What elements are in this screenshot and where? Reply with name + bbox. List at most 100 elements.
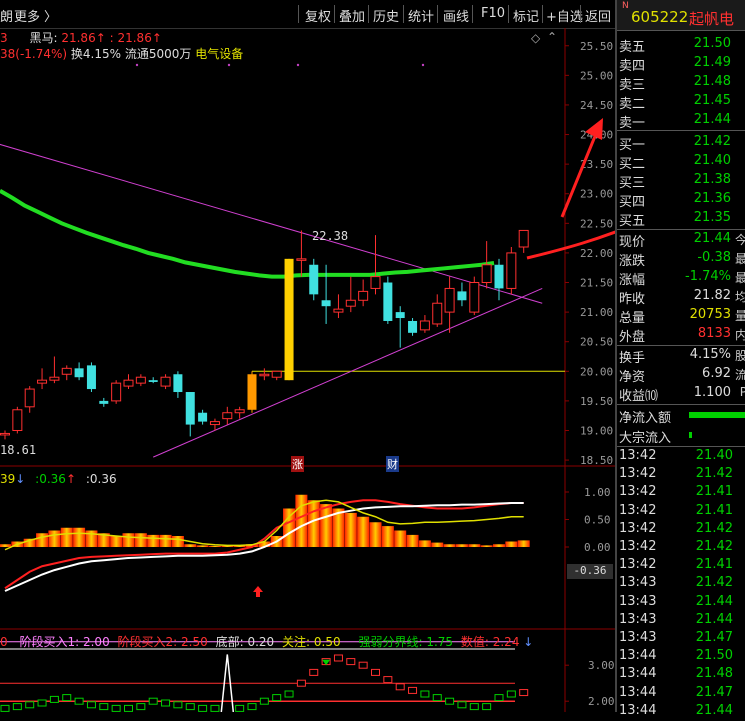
ind-legend-value-label: 数值: — [460, 635, 489, 649]
tick-row[interactable]: 13:43 21.44 — [619, 593, 745, 612]
indicator-marker — [111, 704, 121, 712]
financial-report-marker[interactable]: 财 — [386, 456, 399, 472]
legend-sep: : — [109, 31, 114, 45]
ask-row-label: 卖四 — [619, 59, 646, 74]
bid-row-label: 买三 — [619, 176, 646, 191]
legend-heima-value: 21.86 — [61, 31, 96, 45]
indicator-marker — [37, 699, 47, 707]
tick-row-label: 13:42 — [619, 484, 657, 500]
bid-row-label: 买四 — [619, 195, 646, 210]
tick-row[interactable]: 13:42 21.40 — [619, 447, 745, 466]
volume-bar — [295, 494, 308, 547]
bid-row[interactable]: 买三 21.38 — [619, 171, 745, 191]
vol-legend-b: 0.36 — [39, 472, 66, 486]
block-inflow-label: 大宗流入 — [619, 431, 672, 446]
tick-row-value: 21.44 — [695, 702, 733, 718]
ind-legend-watch-value: 0.50 — [313, 635, 341, 649]
tick-row[interactable]: 13:44 21.47 — [619, 684, 745, 703]
volume-bar — [320, 504, 333, 547]
stat-row-value: 8133 — [697, 326, 731, 341]
y-axis-tick-label: 19.50 — [580, 395, 613, 408]
stock-code[interactable]: 605222 — [631, 8, 688, 26]
tick-row[interactable]: 13:44 21.48 — [619, 665, 745, 684]
stat2-row-tail: P — [739, 385, 745, 399]
stat-row-label: 外盘 — [619, 330, 646, 345]
candle-body — [259, 373, 270, 377]
stat-row[interactable]: 总量 20753 量 — [619, 306, 745, 326]
indicator-marker — [99, 703, 109, 711]
tick-row[interactable]: 13:42 21.41 — [619, 483, 745, 502]
candle-body — [296, 258, 307, 261]
stat-row[interactable]: 昨收 21.82 均 — [619, 287, 745, 307]
ask-row[interactable]: 卖一 21.44 — [619, 111, 745, 131]
indicator-marker — [235, 704, 245, 712]
bid-row[interactable]: 买四 21.36 — [619, 190, 745, 210]
indicator-marker — [432, 694, 442, 702]
volume-bar — [369, 522, 382, 547]
ind-axis-tick-label: 3.00 — [588, 659, 615, 672]
main-legend-line2: 38(-1.74%) 换4.15% 流通5000万 电气设备 — [0, 45, 243, 62]
indicator-marker — [74, 697, 84, 705]
tick-row-label: 13:43 — [619, 630, 657, 645]
ind-legend-buy1-value: 2.00 — [82, 635, 110, 649]
stock-name[interactable]: 起帆电 — [689, 8, 734, 29]
tick-row-value: 21.47 — [695, 684, 733, 700]
tick-row[interactable]: 13:42 21.42 — [619, 520, 745, 539]
indicator-marker — [358, 661, 368, 669]
indicator-marker — [494, 694, 504, 702]
tick-row[interactable]: 13:44 21.44 — [619, 702, 745, 721]
bid-row[interactable]: 买二 21.40 — [619, 152, 745, 172]
stat2-row[interactable]: 收益⑽ 1.100 P — [619, 384, 745, 404]
bid-row[interactable]: 买五 21.35 — [619, 209, 745, 229]
ask-row[interactable]: 卖三 21.48 — [619, 73, 745, 93]
diamond-icon[interactable]: ◇ — [531, 31, 540, 45]
tick-row-value: 21.47 — [695, 630, 733, 645]
volume-bar — [159, 534, 172, 547]
vol-axis-tick-label: 0.00 — [584, 541, 611, 554]
new-stock-badge: N — [622, 1, 629, 11]
tick-row[interactable]: 13:43 21.47 — [619, 629, 745, 648]
stat-row-tail: 量 — [734, 309, 745, 323]
volume-bar — [406, 534, 419, 547]
stat-row[interactable]: 外盘 8133 内 — [619, 325, 745, 345]
tick-row[interactable]: 13:44 21.50 — [619, 647, 745, 666]
indicator-marker — [62, 694, 72, 702]
tick-row[interactable]: 13:42 21.42 — [619, 465, 745, 484]
ind-legend-buy2-value: 2.50 — [181, 635, 208, 649]
ask-row[interactable]: 卖二 21.45 — [619, 92, 745, 112]
candle-body — [457, 291, 467, 301]
indicator-marker — [49, 695, 59, 703]
candle-body — [99, 400, 109, 404]
tick-row[interactable]: 13:42 21.41 — [619, 502, 745, 521]
stat-row-value: -1.74% — [685, 269, 731, 284]
stat-row-tail: 最 — [734, 252, 745, 266]
tick-row-label: 13:43 — [619, 611, 657, 627]
stat-row[interactable]: 涨幅 -1.74% 最 — [619, 268, 745, 288]
net-inflow-row: 净流入额 — [619, 406, 745, 426]
ask-row[interactable]: 卖四 21.49 — [619, 54, 745, 74]
candle-body — [198, 412, 208, 422]
stat-row-value: 20753 — [689, 307, 731, 322]
quote-panel: N 605222 起帆电 卖五 21.50 卖四 21.49 卖三 21.48 卖二 21.4… — [615, 0, 745, 718]
indicator-marker — [12, 703, 22, 711]
tick-row[interactable]: 13:42 21.42 — [619, 538, 745, 557]
collapse-icon[interactable]: ⌃ — [547, 30, 557, 44]
limit-up-marker[interactable]: 涨 — [291, 456, 304, 472]
indicator-marker — [124, 704, 133, 712]
ask-row[interactable]: 卖五 21.50 — [619, 35, 745, 55]
legend-float: 流通5000万 — [124, 47, 192, 61]
stat2-row[interactable]: 换手 4.15% 股 — [619, 346, 745, 366]
stat-row[interactable]: 涨跌 -0.38 最 — [619, 249, 745, 269]
stat-row-tail: 内 — [734, 328, 745, 342]
tick-row[interactable]: 13:43 21.42 — [619, 574, 745, 593]
tick-row-value: 21.42 — [695, 575, 733, 591]
ind-legend-watch-label: 关注: — [282, 635, 311, 649]
candle-body — [160, 376, 171, 387]
indicator-marker — [185, 703, 195, 711]
kline-chart-canvas[interactable]: 25.5025.0024.5024.0023.5023.0022.5022.00… — [0, 0, 615, 712]
stat-row[interactable]: 现价 21.44 今 — [619, 230, 745, 250]
tick-row[interactable]: 13:43 21.44 — [619, 611, 745, 630]
tick-row[interactable]: 13:42 21.41 — [619, 556, 745, 575]
stat2-row[interactable]: 净资 6.92 流 — [619, 365, 745, 385]
bid-row[interactable]: 买一 21.42 — [619, 133, 745, 153]
